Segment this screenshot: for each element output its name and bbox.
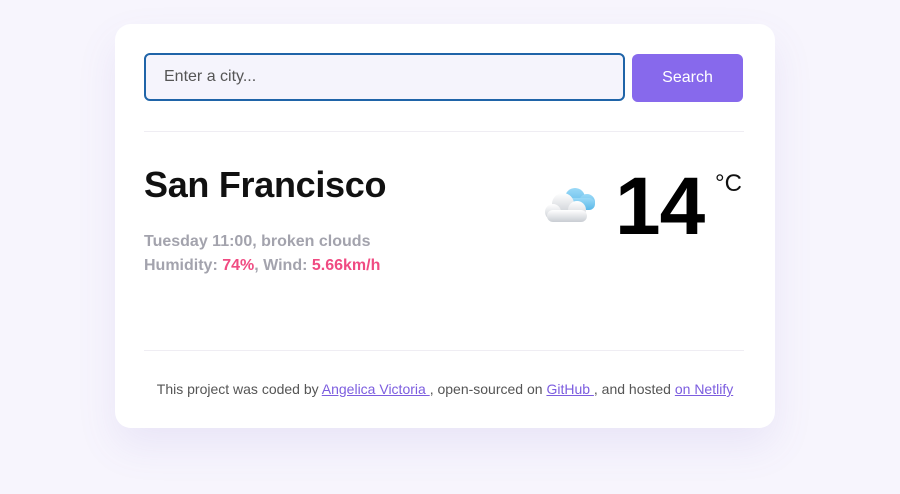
footer: This project was coded by Angelica Victo… [115,381,775,397]
footer-prefix: This project was coded by [156,381,322,397]
day-time: Tuesday 11:00 [144,233,253,250]
temperature-unit: °C [715,170,742,197]
humidity-value: 74% [222,257,255,274]
footer-middle-2: , and hosted [593,381,675,397]
wind-value: 5.66km/h [311,257,381,274]
weather-card: Search San Francisco Tuesday 11:00, brok… [115,24,775,428]
github-link[interactable]: GitHub [546,381,593,397]
wind-label: Wind: [263,257,312,274]
search-form: Search [144,53,744,103]
humidity-wind-line: Humidity: 74%, Wind: 5.66km/h [144,257,381,274]
top-divider [144,131,744,132]
netlify-link[interactable]: on Netlify [675,381,733,397]
search-button[interactable]: Search [632,54,743,102]
footer-middle: , open-sourced on [429,381,547,397]
author-link[interactable]: Angelica Victoria [322,381,430,397]
humidity-label: Humidity: [144,257,223,274]
weather-details: Tuesday 11:00, broken clouds Humidity: 7… [144,230,380,278]
weather-description: broken clouds [261,233,371,250]
temperature-value: 14 [615,161,705,252]
city-search-input[interactable] [144,53,625,101]
cloud-icon [545,188,595,222]
bottom-divider [144,350,744,351]
date-description-line: Tuesday 11:00, broken clouds [144,233,371,250]
city-name: San Francisco [144,164,387,205]
